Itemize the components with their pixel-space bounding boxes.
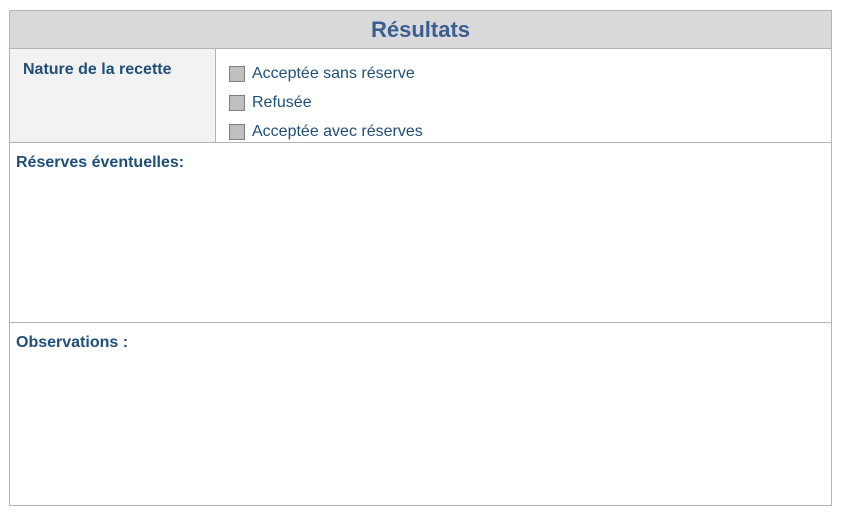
checkbox-refused[interactable]: [229, 94, 245, 111]
observations-section[interactable]: Observations :: [10, 323, 831, 504]
option-label: Acceptée avec réserves: [252, 122, 423, 140]
form-header: Résultats: [10, 11, 831, 49]
option-accepted-without-reserve[interactable]: Acceptée sans réserve: [229, 59, 831, 88]
observations-label: Observations :: [16, 334, 129, 351]
checkbox-accepted-with-reserves[interactable]: [229, 123, 245, 140]
results-form: Résultats Nature de la recette Acceptée …: [9, 10, 832, 506]
option-label: Acceptée sans réserve: [252, 64, 415, 82]
option-accepted-with-reserves[interactable]: Acceptée avec réserves: [229, 117, 831, 146]
nature-options: Acceptée sans réserve Refusée Acceptée a…: [216, 49, 831, 142]
reserves-label: Réserves éventuelles:: [16, 154, 185, 171]
checkbox-accepted-without-reserve[interactable]: [229, 65, 245, 82]
option-refused[interactable]: Refusée: [229, 88, 831, 117]
form-title: Résultats: [370, 16, 471, 42]
option-label: Refusée: [252, 93, 312, 111]
nature-row: Nature de la recette Acceptée sans réser…: [10, 49, 831, 143]
nature-label: Nature de la recette: [10, 49, 216, 142]
reserves-section[interactable]: Réserves éventuelles:: [10, 143, 831, 323]
